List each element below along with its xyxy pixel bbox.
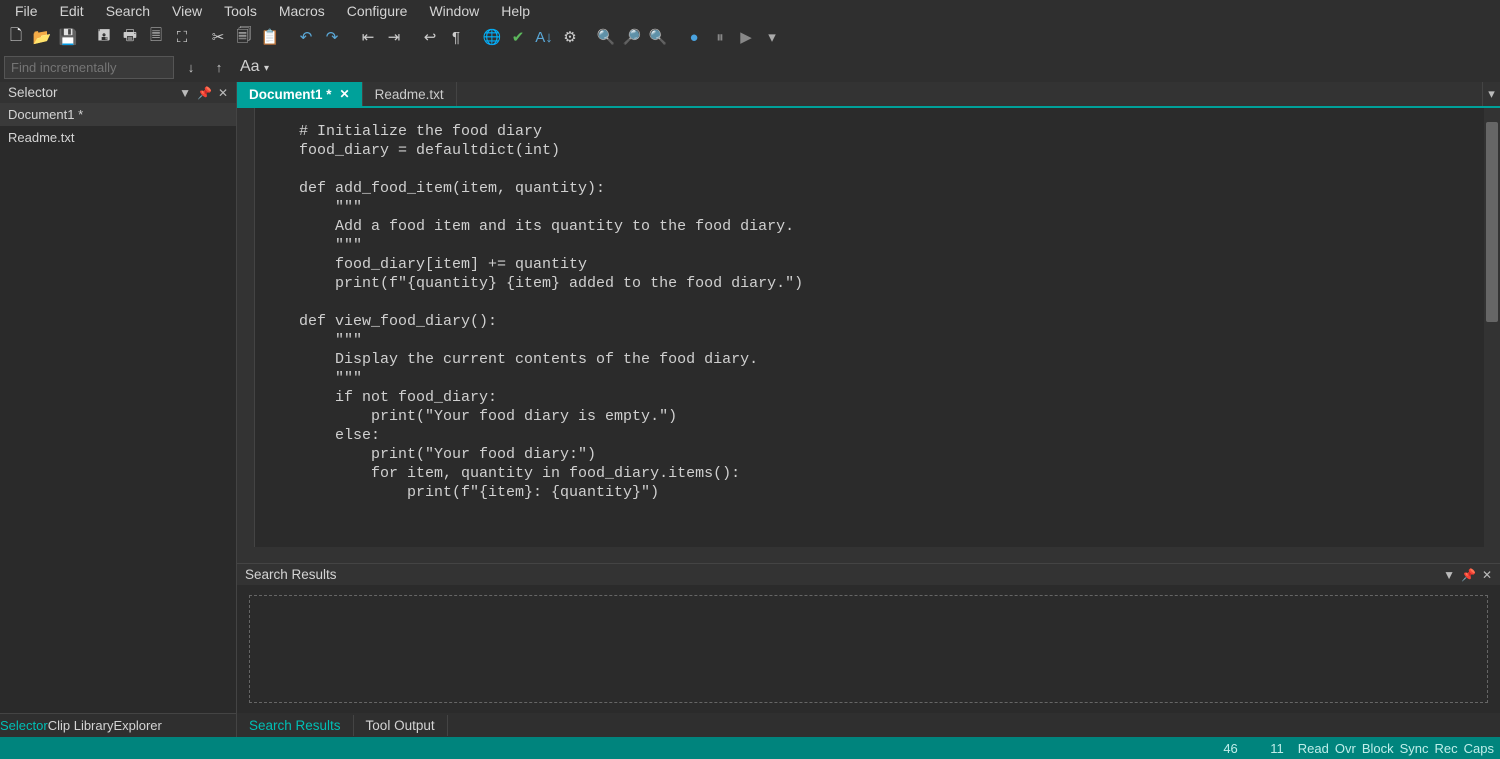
- menu-bar: FileEditSearchViewToolsMacrosConfigureWi…: [0, 0, 1500, 22]
- find-input[interactable]: [4, 56, 174, 79]
- code-area[interactable]: # Initialize the food diary food_diary =…: [255, 108, 1484, 547]
- panel-dropdown-icon[interactable]: ▼: [1443, 568, 1455, 582]
- editor-tab-label: Readme.txt: [375, 87, 444, 102]
- main-toolbar: 🗋📂💾 🖪🖶🗏⛶ ✂🗐📋 ↶↷ ⇤⇥ ↩¶ 🌐✔A↓⚙ 🔍🔎🔍 ●⏸▶▾: [0, 22, 1500, 52]
- save-icon[interactable]: 💾: [56, 25, 80, 49]
- status-flag-block[interactable]: Block: [1362, 741, 1394, 756]
- document-list-item[interactable]: Readme.txt: [0, 126, 236, 149]
- editor-tab[interactable]: Document1 * ✕: [237, 82, 363, 106]
- find-icon[interactable]: 🔍: [594, 25, 618, 49]
- print-icon[interactable]: 🖶: [118, 25, 142, 49]
- find-next-down-icon[interactable]: ↓: [180, 56, 202, 78]
- status-line: 46: [1206, 741, 1238, 756]
- menu-help[interactable]: Help: [490, 1, 541, 21]
- vertical-scrollbar[interactable]: [1484, 108, 1500, 547]
- menu-search[interactable]: Search: [95, 1, 161, 21]
- print-preview-icon[interactable]: 🗏: [144, 25, 168, 49]
- play-icon[interactable]: ▶: [734, 25, 758, 49]
- scrollbar-thumb[interactable]: [1486, 122, 1498, 322]
- pilcrow-icon[interactable]: ¶: [444, 25, 468, 49]
- sort-icon[interactable]: A↓: [532, 25, 556, 49]
- dropdown-icon[interactable]: ▾: [760, 25, 784, 49]
- bottom-output-tabs: Search ResultsTool Output: [237, 713, 1500, 737]
- web-icon[interactable]: 🌐: [480, 25, 504, 49]
- find-prev-up-icon[interactable]: ↑: [208, 56, 230, 78]
- menu-macros[interactable]: Macros: [268, 1, 336, 21]
- code-editor[interactable]: # Initialize the food diary food_diary =…: [237, 108, 1500, 547]
- left-tab-selector[interactable]: Selector: [0, 718, 48, 733]
- indent-icon[interactable]: ⇥: [382, 25, 406, 49]
- editor-tab-bar: Document1 * ✕ Readme.txt ▾: [237, 82, 1500, 108]
- left-bottom-tabs: SelectorClip LibraryExplorer: [0, 713, 236, 737]
- status-col: 11: [1252, 741, 1284, 756]
- find-next-icon[interactable]: 🔎: [620, 25, 644, 49]
- selector-panel: Selector ▼ 📌 ✕ Document1 *Readme.txt Sel…: [0, 82, 237, 737]
- menu-configure[interactable]: Configure: [336, 1, 419, 21]
- editor-gutter: [237, 108, 255, 547]
- status-flag-sync[interactable]: Sync: [1400, 741, 1429, 756]
- editor-tab[interactable]: Readme.txt: [363, 82, 457, 106]
- cut-icon[interactable]: ✂: [206, 25, 230, 49]
- left-tab-explorer[interactable]: Explorer: [113, 718, 161, 733]
- stop-icon[interactable]: ⏸: [708, 25, 732, 49]
- editor-tab-label: Document1 *: [249, 87, 332, 102]
- left-tab-clip-library[interactable]: Clip Library: [48, 718, 114, 733]
- redo-icon[interactable]: ↷: [320, 25, 344, 49]
- match-case-button[interactable]: Aa ▾: [236, 58, 273, 76]
- status-flag-caps[interactable]: Caps: [1464, 741, 1494, 756]
- tab-close-icon[interactable]: ✕: [340, 87, 350, 101]
- search-results-panel: Search Results ▼ 📌 ✕: [237, 563, 1500, 713]
- find-files-icon[interactable]: 🔍: [646, 25, 670, 49]
- panel-dropdown-icon[interactable]: ▼: [179, 86, 191, 100]
- config-icon[interactable]: ⚙: [558, 25, 582, 49]
- search-results-body[interactable]: [249, 595, 1488, 703]
- status-bar: 46 11 Read Ovr Block Sync Rec Caps: [0, 737, 1500, 759]
- selector-header: Selector ▼ 📌 ✕: [0, 82, 236, 103]
- status-flags: Read Ovr Block Sync Rec Caps: [1298, 741, 1494, 756]
- record-icon[interactable]: ●: [682, 25, 706, 49]
- outdent-icon[interactable]: ⇤: [356, 25, 380, 49]
- menu-tools[interactable]: Tools: [213, 1, 268, 21]
- status-flag-read[interactable]: Read: [1298, 741, 1329, 756]
- copy-icon[interactable]: 🗐: [232, 25, 256, 49]
- panel-close-icon[interactable]: ✕: [1482, 568, 1492, 582]
- menu-file[interactable]: File: [4, 1, 49, 21]
- status-flag-ovr[interactable]: Ovr: [1335, 741, 1356, 756]
- new-file-icon[interactable]: 🗋: [4, 25, 28, 49]
- document-list: Document1 *Readme.txt: [0, 103, 236, 713]
- horizontal-scrollbar[interactable]: [237, 547, 1500, 563]
- panel-close-icon[interactable]: ✕: [218, 86, 228, 100]
- selector-title: Selector: [8, 85, 58, 100]
- menu-window[interactable]: Window: [418, 1, 490, 21]
- undo-icon[interactable]: ↶: [294, 25, 318, 49]
- spell-icon[interactable]: ✔: [506, 25, 530, 49]
- panel-pin-icon[interactable]: 📌: [1461, 568, 1476, 582]
- menu-view[interactable]: View: [161, 1, 213, 21]
- paste-icon[interactable]: 📋: [258, 25, 282, 49]
- search-results-title: Search Results: [245, 567, 337, 582]
- open-file-icon[interactable]: 📂: [30, 25, 54, 49]
- document-list-item[interactable]: Document1 *: [0, 103, 236, 126]
- find-bar: ↓ ↑ Aa ▾: [0, 52, 1500, 82]
- save-all-icon[interactable]: 🖪: [92, 25, 116, 49]
- status-flag-rec[interactable]: Rec: [1435, 741, 1458, 756]
- tab-overflow-icon[interactable]: ▾: [1482, 82, 1500, 106]
- output-tab-search-results[interactable]: Search Results: [237, 715, 354, 736]
- output-tab-tool-output[interactable]: Tool Output: [354, 715, 448, 736]
- wrap-icon[interactable]: ↩: [418, 25, 442, 49]
- fullscreen-icon[interactable]: ⛶: [170, 25, 194, 49]
- menu-edit[interactable]: Edit: [49, 1, 95, 21]
- panel-pin-icon[interactable]: 📌: [197, 86, 212, 100]
